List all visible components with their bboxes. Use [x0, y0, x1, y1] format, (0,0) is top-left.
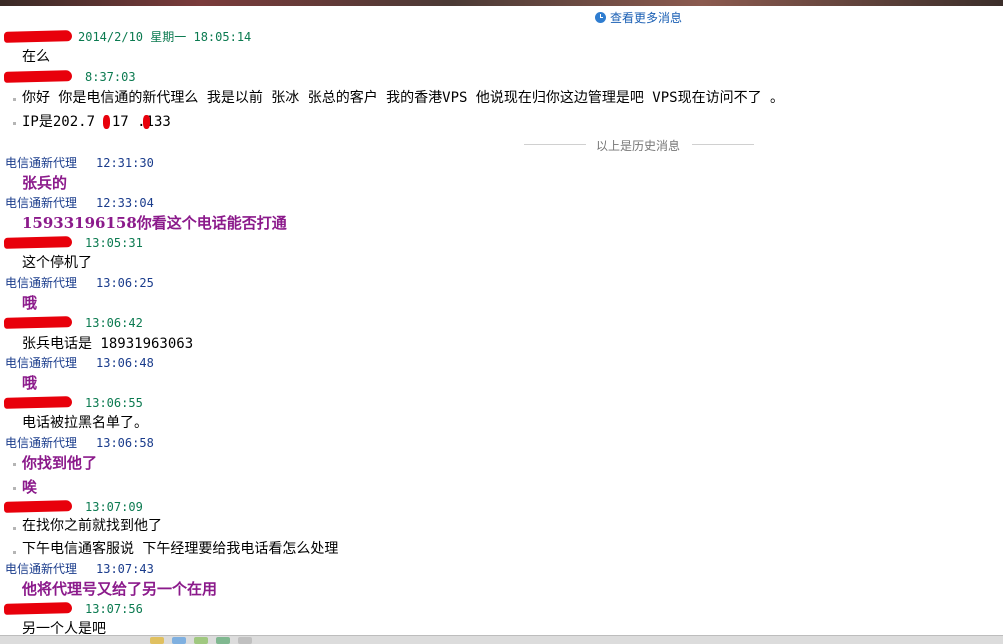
message-header: 电信通新代理 13:06:48 — [0, 356, 1003, 370]
chat-message: 13:07:56 另一个人是吧 — [0, 602, 1003, 637]
redacted-sender — [3, 602, 73, 615]
line-bullet — [13, 487, 16, 490]
message-text: 15933196158你看这个电话能否打通 — [22, 214, 287, 232]
message-text: 你好 你是电信通的新代理么 我是以前 张冰 张总的客户 我的香港VPS 他说现在… — [22, 90, 784, 106]
history-divider: 以上是历史消息 — [520, 137, 920, 153]
message-header: 13:06:42 — [0, 316, 1003, 330]
message-time: 13:07:43 — [96, 562, 154, 576]
message-time: 8:37:03 — [85, 70, 136, 84]
message-time: 13:06:48 — [96, 356, 154, 370]
message-text: 在找你之前就找到他了 — [22, 518, 162, 534]
message-time: 13:06:58 — [96, 436, 154, 450]
line-bullet — [13, 551, 16, 554]
line-bullet — [13, 463, 16, 466]
chat-message: 8:37:03 你好 你是电信通的新代理么 我是以前 张冰 张总的客户 我的香港… — [0, 70, 1003, 130]
message-header: 电信通新代理 13:06:25 — [0, 276, 1003, 290]
message-text: 电话被拉黑名单了。 — [22, 415, 148, 431]
chat-message: 电信通新代理 13:07:43 他将代理号又给了另一个在用 — [0, 562, 1003, 598]
message-header: 电信通新代理 12:31:30 — [0, 156, 1003, 170]
message-time: 13:06:42 — [85, 316, 143, 330]
message-time: 12:31:30 — [96, 156, 154, 170]
message-text: 唉 — [22, 478, 38, 496]
message-sender: 电信通新代理 — [5, 276, 78, 290]
message-sender: 电信通新代理 — [5, 156, 78, 170]
message-text: 在么 — [22, 49, 50, 65]
chat-message: 2014/2/10 星期一 18:05:14 在么 — [0, 30, 1003, 65]
chat-message: 13:07:09 在找你之前就找到他了 下午电信通客服说 下午经理要给我电话看怎… — [0, 500, 1003, 557]
divider-label: 以上是历史消息 — [596, 139, 681, 153]
message-sender: 电信通新代理 — [5, 562, 78, 576]
divider-line — [524, 144, 586, 145]
message-text: 张兵的 — [22, 174, 68, 192]
message-header: 13:07:56 — [0, 602, 1003, 616]
redacted-sender — [3, 396, 73, 409]
redacted-sender — [3, 30, 73, 43]
chat-message: 电信通新代理 12:31:30 张兵的 — [0, 156, 1003, 192]
redaction-mark — [103, 115, 110, 129]
message-time: 13:07:56 — [85, 602, 143, 616]
chat-message: 13:05:31 这个停机了 — [0, 236, 1003, 271]
message-text: 下午电信通客服说 下午经理要给我电话看怎么处理 — [22, 541, 339, 557]
message-sender: 电信通新代理 — [5, 196, 78, 210]
line-bullet — [13, 527, 16, 530]
message-header: 电信通新代理 12:33:04 — [0, 196, 1003, 210]
message-text: 他将代理号又给了另一个在用 — [22, 580, 218, 598]
line-bullet — [13, 98, 16, 101]
message-time: 13:06:25 — [96, 276, 154, 290]
chat-message: 电信通新代理 13:06:48 哦 — [0, 356, 1003, 392]
message-time: 12:33:04 — [96, 196, 154, 210]
message-text: 这个停机了 — [22, 255, 92, 271]
line-bullet — [13, 122, 16, 125]
message-time: 13:06:55 — [85, 396, 143, 410]
view-more-messages-link[interactable]: 查看更多消息 — [595, 10, 682, 26]
chat-message: 13:06:42 张兵电话是 18931963063 — [0, 316, 1003, 352]
message-text: 张兵电话是 18931963063 — [22, 336, 194, 352]
chat-message: 电信通新代理 12:33:04 15933196158你看这个电话能否打通 — [0, 196, 1003, 232]
message-time: 13:07:09 — [85, 500, 143, 514]
chat-message: 电信通新代理 13:06:25 哦 — [0, 276, 1003, 312]
message-header: 8:37:03 — [0, 70, 1003, 84]
message-sender: 电信通新代理 — [5, 436, 78, 450]
message-header: 电信通新代理 13:06:58 — [0, 436, 1003, 450]
view-more-label: 查看更多消息 — [610, 11, 683, 25]
redacted-sender — [3, 500, 73, 513]
message-header: 电信通新代理 13:07:43 — [0, 562, 1003, 576]
redacted-sender — [3, 70, 73, 83]
message-text: 哦 — [22, 374, 38, 392]
message-header: 2014/2/10 星期一 18:05:14 — [0, 30, 1003, 44]
redaction-mark — [143, 115, 150, 129]
clock-icon — [595, 12, 606, 23]
divider-line — [692, 144, 754, 145]
message-header: 13:06:55 — [0, 396, 1003, 410]
chat-message: 电信通新代理 13:06:58 你找到他了 唉 — [0, 436, 1003, 496]
chat-message: 13:06:55 电话被拉黑名单了。 — [0, 396, 1003, 431]
message-time: 13:05:31 — [85, 236, 143, 250]
message-header: 13:05:31 — [0, 236, 1003, 250]
window-top-strip — [0, 0, 1003, 6]
message-text: 你找到他了 — [22, 454, 98, 472]
message-header: 13:07:09 — [0, 500, 1003, 514]
message-sender: 电信通新代理 — [5, 356, 78, 370]
message-text: 哦 — [22, 294, 38, 312]
message-time: 2014/2/10 星期一 18:05:14 — [78, 30, 252, 44]
redacted-sender — [3, 316, 73, 329]
redacted-sender — [3, 236, 73, 249]
